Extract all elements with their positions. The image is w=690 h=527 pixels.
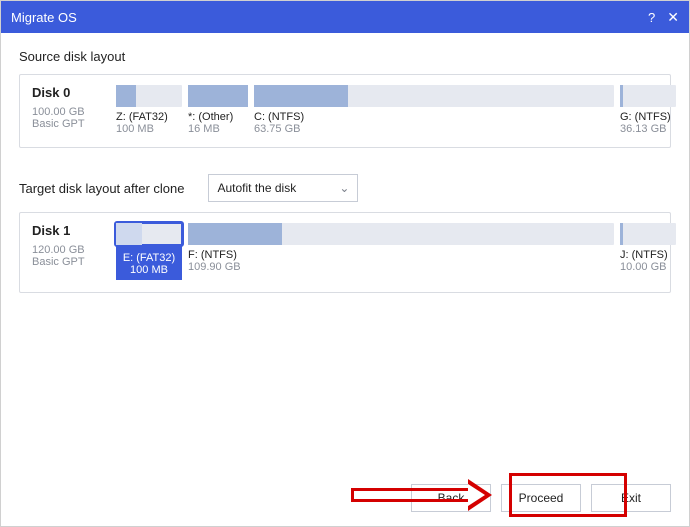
source-disk-size: 100.00 GB [32, 106, 104, 118]
proceed-button[interactable]: Proceed [501, 484, 581, 512]
target-disk-panel: Disk 1 120.00 GB Basic GPT E: (FAT32) 10… [19, 212, 671, 293]
footer-buttons: Back Proceed Exit [411, 484, 671, 512]
back-button[interactable]: Back [411, 484, 491, 512]
source-disk-name: Disk 0 [32, 85, 104, 100]
partition-e[interactable]: E: (FAT32) 100 MB [116, 223, 182, 280]
titlebar: Migrate OS ? ✕ [1, 1, 689, 33]
source-section-label: Source disk layout [19, 49, 671, 64]
target-disk-info: Disk 1 120.00 GB Basic GPT [32, 223, 104, 280]
fit-mode-value: Autofit the disk [217, 181, 296, 195]
migrate-os-window: Migrate OS ? ✕ Source disk layout Disk 0… [0, 0, 690, 527]
fit-mode-select[interactable]: Autofit the disk ⌄ [208, 174, 358, 202]
target-partitions: E: (FAT32) 100 MB F: (NTFS) 109.90 GB J:… [116, 223, 676, 280]
help-icon[interactable]: ? [648, 10, 655, 25]
source-disk-info: Disk 0 100.00 GB Basic GPT [32, 85, 104, 135]
partition-other[interactable]: *: (Other) 16 MB [188, 85, 248, 135]
target-section-label: Target disk layout after clone [19, 181, 184, 196]
window-title: Migrate OS [11, 10, 648, 25]
partition-f[interactable]: F: (NTFS) 109.90 GB [188, 223, 614, 273]
content-area: Source disk layout Disk 0 100.00 GB Basi… [1, 33, 689, 526]
chevron-down-icon: ⌄ [339, 181, 349, 195]
target-disk-size: 120.00 GB [32, 244, 104, 256]
target-header-row: Target disk layout after clone Autofit t… [19, 174, 671, 202]
source-disk-panel: Disk 0 100.00 GB Basic GPT Z: (FAT32) 10… [19, 74, 671, 148]
source-disk-type: Basic GPT [32, 118, 104, 130]
exit-button[interactable]: Exit [591, 484, 671, 512]
source-partitions: Z: (FAT32) 100 MB *: (Other) 16 MB C: (N… [116, 85, 676, 135]
partition-j[interactable]: J: (NTFS) 10.00 GB [620, 223, 676, 273]
close-icon[interactable]: ✕ [667, 9, 679, 26]
partition-g[interactable]: G: (NTFS) 36.13 GB [620, 85, 676, 135]
target-disk-type: Basic GPT [32, 256, 104, 268]
partition-c[interactable]: C: (NTFS) 63.75 GB [254, 85, 614, 135]
target-disk-name: Disk 1 [32, 223, 104, 238]
partition-z[interactable]: Z: (FAT32) 100 MB [116, 85, 182, 135]
